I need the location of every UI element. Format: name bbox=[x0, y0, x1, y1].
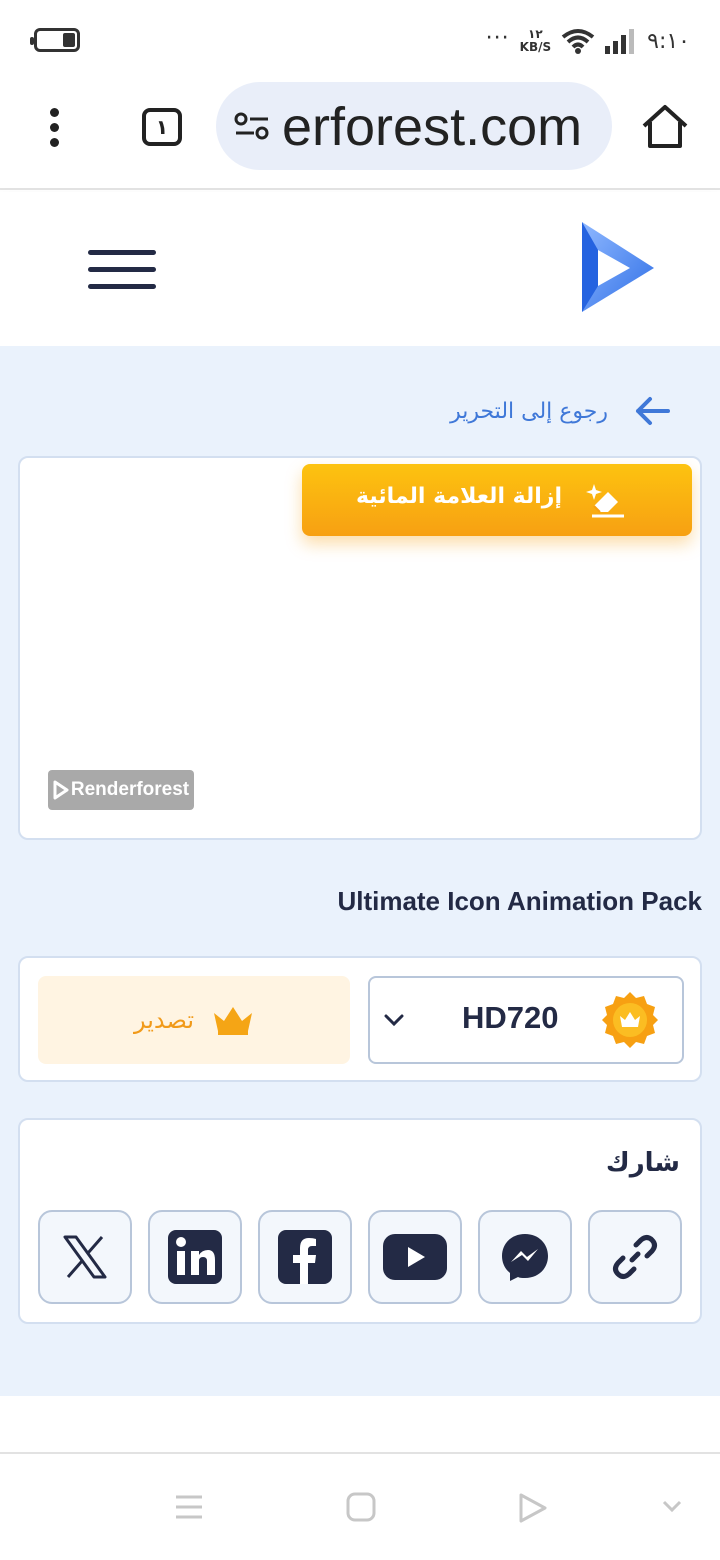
hamburger-menu-icon[interactable] bbox=[88, 250, 156, 290]
quality-select[interactable]: HD720 bbox=[368, 976, 684, 1064]
share-facebook-button[interactable] bbox=[258, 1210, 352, 1304]
signal-icon bbox=[605, 29, 635, 54]
share-youtube-button[interactable] bbox=[368, 1210, 462, 1304]
share-link-button[interactable] bbox=[588, 1210, 682, 1304]
system-navigation-bar bbox=[0, 1452, 720, 1560]
linkedin-icon bbox=[168, 1230, 222, 1284]
watermark-badge: Renderforest bbox=[48, 770, 194, 810]
battery-icon bbox=[30, 28, 80, 52]
browser-toolbar: ١ erforest.com bbox=[0, 80, 720, 190]
play-outline-icon bbox=[53, 780, 69, 800]
renderforest-logo[interactable] bbox=[578, 220, 658, 312]
project-title: Ultimate Icon Animation Pack bbox=[337, 886, 702, 916]
premium-crown-badge-icon bbox=[602, 992, 658, 1048]
x-icon bbox=[63, 1235, 107, 1279]
facebook-icon bbox=[278, 1230, 332, 1284]
crown-icon bbox=[214, 1007, 252, 1035]
wifi-icon bbox=[561, 29, 595, 54]
messenger-icon bbox=[502, 1234, 548, 1281]
share-x-button[interactable] bbox=[38, 1210, 132, 1304]
youtube-icon bbox=[383, 1234, 447, 1280]
arrow-left-icon bbox=[636, 397, 670, 425]
export-label: تصدير bbox=[133, 1006, 194, 1034]
browser-menu-icon[interactable] bbox=[44, 108, 64, 148]
network-speed-unit: KB/S bbox=[519, 40, 552, 54]
share-linkedin-button[interactable] bbox=[148, 1210, 242, 1304]
notification-dots: ··· bbox=[485, 25, 510, 51]
nav-collapse-chevron-icon[interactable] bbox=[662, 1500, 682, 1514]
share-messenger-button[interactable] bbox=[478, 1210, 572, 1304]
remove-watermark-label: إزالة العلامة المائية bbox=[356, 484, 562, 509]
tab-switcher-button[interactable]: ١ bbox=[142, 108, 182, 146]
chevron-down-icon bbox=[384, 1014, 404, 1027]
export-card: تصدير HD720 bbox=[18, 956, 702, 1082]
status-bar: ··· ١٢ KB/S ٩:١٠ bbox=[0, 0, 720, 80]
site-settings-icon[interactable] bbox=[234, 112, 270, 140]
remove-watermark-button[interactable]: إزالة العلامة المائية bbox=[302, 464, 692, 536]
back-to-editor-link[interactable]: رجوع إلى التحرير bbox=[450, 394, 670, 428]
back-nav-icon[interactable] bbox=[518, 1492, 548, 1524]
share-card: شارك bbox=[18, 1118, 702, 1324]
export-button[interactable]: تصدير bbox=[38, 976, 350, 1064]
site-header bbox=[0, 192, 720, 346]
video-preview[interactable]: إزالة العلامة المائية Renderforest bbox=[18, 456, 702, 840]
recent-apps-icon[interactable] bbox=[174, 1492, 204, 1522]
share-label: شارك bbox=[605, 1148, 680, 1178]
url-text: erforest.com bbox=[282, 97, 583, 157]
clock: ٩:١٠ bbox=[647, 28, 690, 54]
back-link-label: رجوع إلى التحرير bbox=[450, 398, 608, 424]
address-bar[interactable]: erforest.com bbox=[216, 82, 612, 170]
eraser-sparkle-icon bbox=[586, 484, 624, 518]
watermark-text: Renderforest bbox=[70, 779, 190, 800]
home-icon[interactable] bbox=[640, 104, 690, 150]
network-speed: ١٢ KB/S bbox=[520, 28, 551, 54]
quality-value: HD720 bbox=[462, 1000, 559, 1035]
main-panel: رجوع إلى التحرير إزالة العلامة المائية R… bbox=[0, 346, 720, 1396]
home-nav-icon[interactable] bbox=[346, 1492, 376, 1522]
link-icon bbox=[613, 1235, 657, 1279]
status-right: ··· ١٢ KB/S ٩:١٠ bbox=[486, 24, 690, 58]
